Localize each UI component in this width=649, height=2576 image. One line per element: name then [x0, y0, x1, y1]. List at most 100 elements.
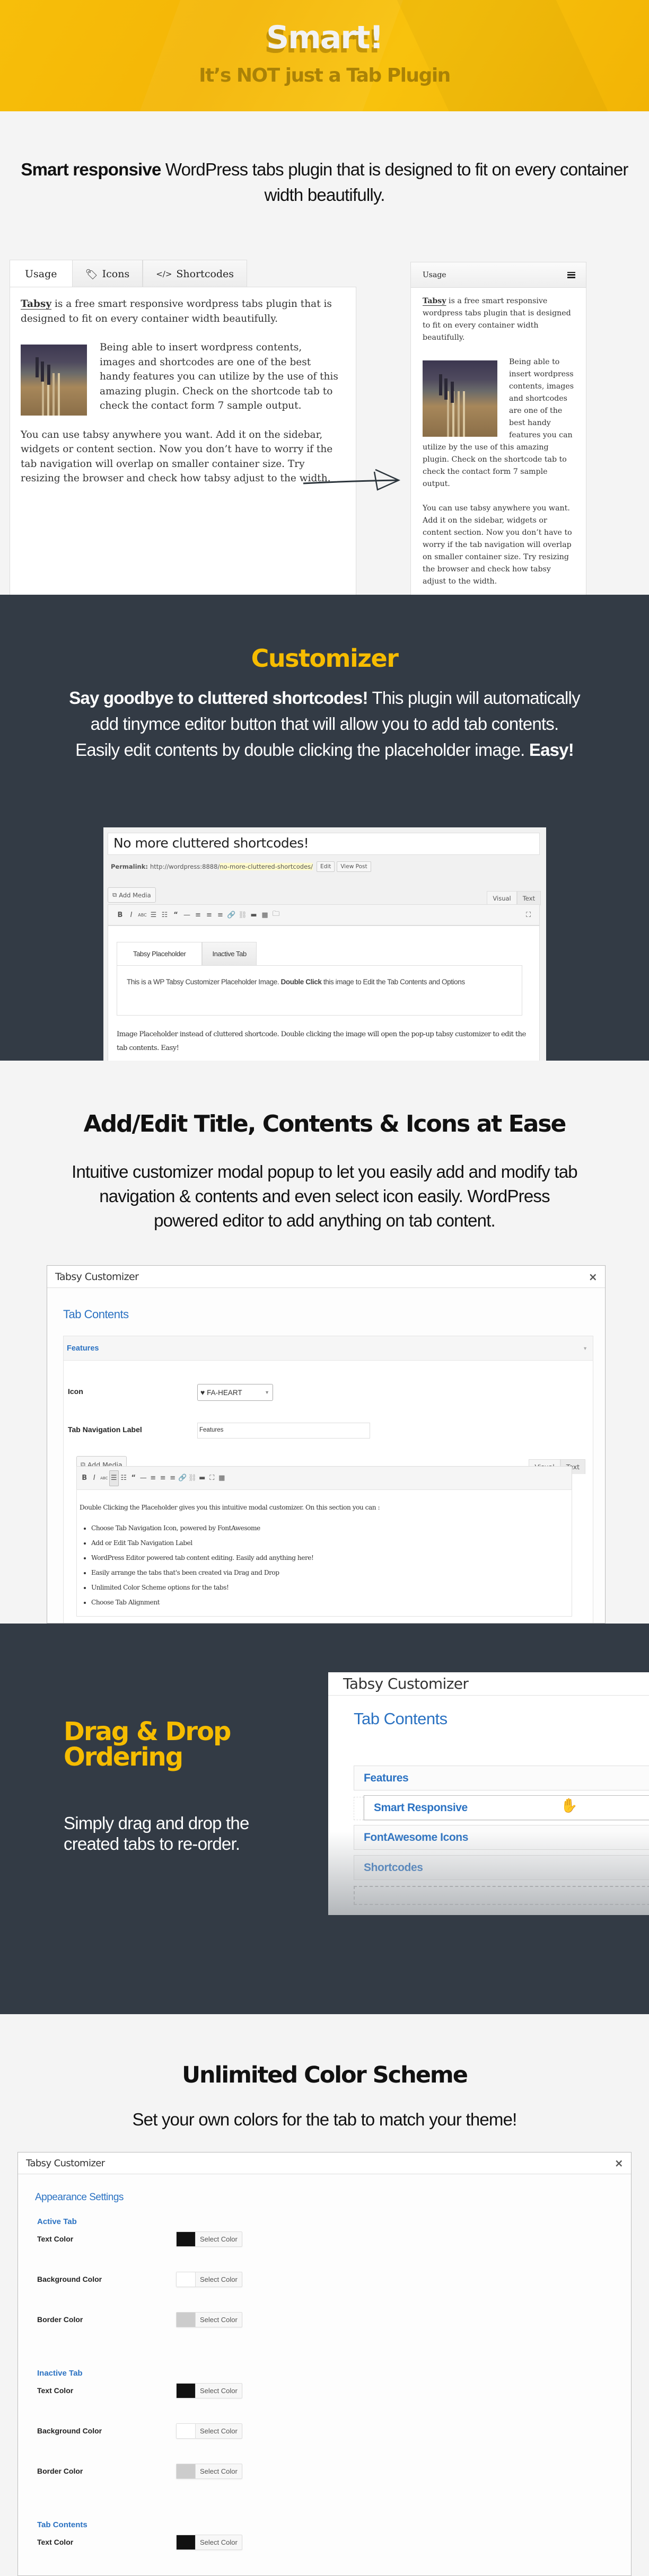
color-row: Background Color Select Color	[37, 2423, 313, 2439]
placeholder-image[interactable]: This is a WP Tabsy Customizer Placeholde…	[117, 965, 522, 1016]
color-swatch	[177, 2464, 195, 2478]
add-edit-title: Add/Edit Title, Contents & Icons at Ease	[83, 1110, 567, 1137]
placeholder-caption: Image Placeholder instead of cluttered s…	[117, 1030, 526, 1052]
editor-content[interactable]: Tabsy Placeholder Inactive Tab This is a…	[108, 925, 540, 1061]
intro-bold: Smart responsive	[21, 160, 161, 179]
color-picker[interactable]: Select Color	[176, 2464, 242, 2479]
section-title: Appearance Settings	[35, 2192, 124, 2203]
fullscreen-icon[interactable]: ⛶	[207, 1474, 217, 1482]
active-tab-label: Usage	[423, 270, 446, 279]
group-tab-contents: Tab Contents	[37, 2520, 87, 2529]
permalink-slug[interactable]: no-more-cluttered-shortcodes/	[220, 863, 313, 870]
tabsy-customizer-modal: Tabsy Customizer × Tab Contents Features…	[47, 1265, 606, 1624]
numbered-list-icon[interactable]: ☷	[159, 911, 170, 919]
read-more-icon[interactable]: ▬	[197, 1474, 207, 1482]
italic-icon[interactable]: I	[126, 911, 137, 919]
tabsy-insert-icon[interactable]: 🗀	[270, 909, 282, 921]
tab-icons[interactable]: 🏷 Icons	[72, 260, 143, 288]
hero-subtitle: It’s NOT just a Tab Plugin	[199, 65, 451, 86]
add-media-button[interactable]: ⧉ Add Media	[108, 887, 156, 903]
collapsed-tab-header[interactable]: Usage	[411, 262, 586, 288]
editor-content[interactable]: Double Clicking the Placeholder gives yo…	[76, 1489, 572, 1617]
list-item: Unlimited Color Scheme options for the t…	[91, 1580, 569, 1595]
edit-permalink-button[interactable]: Edit	[317, 861, 335, 872]
modal-title: Tabsy Customizer	[26, 2157, 105, 2169]
customizer-text: Say goodbye to cluttered shortcodes! Thi…	[69, 688, 580, 760]
color-picker[interactable]: Select Color	[176, 2231, 242, 2247]
bullet-list-icon[interactable]: ☰	[148, 911, 159, 919]
color-swatch	[177, 2384, 195, 2398]
link-icon[interactable]: 🔗	[178, 1474, 188, 1482]
blockquote-icon[interactable]: “	[170, 911, 181, 919]
paragraph-3: You can use tabsy anywhere you want. Add…	[423, 504, 572, 586]
tab-usage[interactable]: Usage	[10, 260, 72, 288]
placeholder-tab-active[interactable]: Tabsy Placeholder	[117, 942, 203, 965]
align-center-icon[interactable]: ≡	[204, 911, 215, 919]
horizontal-rule-icon[interactable]: —	[138, 1474, 148, 1482]
align-left-icon[interactable]: ≡	[148, 1474, 159, 1482]
color-row: Text Color Select Color	[37, 2231, 313, 2247]
align-right-icon[interactable]: ≡	[215, 911, 226, 919]
permalink: Permalink: http://wordpress:8888/no-more…	[111, 861, 371, 872]
tabsy-link[interactable]: Tabsy	[21, 298, 51, 310]
collapse-arrow-icon[interactable]: ▼	[583, 1346, 587, 1351]
strikethrough-icon[interactable]: ABC	[99, 1476, 109, 1480]
color-picker[interactable]: Select Color	[176, 2312, 242, 2327]
appearance-modal: Tabsy Customizer × Appearance Settings A…	[17, 2152, 632, 2576]
modal-header: Tabsy Customizer ×	[47, 1266, 605, 1288]
fullscreen-icon[interactable]: ⛶	[523, 911, 534, 919]
drag-drop-text: Simply drag and drop the created tabs to…	[64, 1813, 249, 1854]
color-swatch	[177, 2424, 195, 2438]
view-post-button[interactable]: View Post	[337, 861, 371, 872]
strikethrough-icon[interactable]: ABC	[137, 913, 148, 918]
align-right-icon[interactable]: ≡	[168, 1474, 178, 1482]
color-row: Border Color Select Color	[37, 2312, 313, 2327]
section-title: Tab Contents	[354, 1709, 448, 1728]
unlink-icon[interactable]: ⛓	[188, 1474, 198, 1482]
link-icon[interactable]: 🔗	[226, 911, 237, 919]
accordion-header[interactable]: Features ▼	[64, 1336, 593, 1361]
placeholder-tab-inactive[interactable]: Inactive Tab	[202, 942, 257, 965]
text-tab[interactable]: Text	[516, 891, 541, 905]
unlink-icon[interactable]: ⛓	[237, 911, 248, 919]
color-picker[interactable]: Select Color	[176, 2272, 242, 2287]
sortable-item-dragging[interactable]: Smart Responsive	[364, 1795, 649, 1820]
tab-shortcodes[interactable]: </> Shortcodes	[143, 260, 248, 288]
close-icon[interactable]: ×	[615, 2157, 624, 2169]
post-title-input[interactable]: No more cluttered shortcodes!	[108, 833, 540, 855]
color-row: Text Color Select Color	[37, 2383, 313, 2398]
color-picker[interactable]: Select Color	[176, 2383, 242, 2398]
tab-panel: Tabsy is a free smart responsive wordpre…	[10, 287, 356, 605]
color-swatch	[177, 2232, 195, 2246]
toolbar-toggle-icon[interactable]: ▦	[217, 1474, 227, 1482]
hamburger-icon[interactable]	[567, 271, 575, 278]
italic-icon[interactable]: I	[90, 1474, 100, 1482]
close-icon[interactable]: ×	[589, 1271, 598, 1283]
toolbar-toggle-icon[interactable]: ▦	[259, 911, 270, 919]
color-picker[interactable]: Select Color	[176, 2423, 242, 2439]
bold-icon[interactable]: B	[115, 911, 126, 919]
read-more-icon[interactable]: ▬	[248, 911, 259, 919]
tabsy-link[interactable]: Tabsy	[423, 297, 446, 305]
visual-tab[interactable]: Visual	[487, 891, 517, 905]
nav-label-input[interactable]: Features	[197, 1423, 370, 1439]
horizontal-rule-icon[interactable]: —	[181, 911, 192, 919]
section-title: Tab Contents	[63, 1308, 129, 1321]
color-swatch	[177, 2272, 195, 2287]
drop-placeholder-edge	[354, 1797, 364, 1820]
blockquote-icon[interactable]: “	[129, 1474, 139, 1482]
intro-rest: WordPress tabs plugin that is designed t…	[161, 160, 629, 205]
bullet-list-icon[interactable]: ☰	[109, 1470, 119, 1486]
numbered-list-icon[interactable]: ☷	[119, 1474, 129, 1482]
sortable-item[interactable]: Features	[354, 1766, 649, 1790]
list-item: WordPress Editor powered tab content edi…	[91, 1550, 569, 1565]
modal-header: Tabsy Customizer	[328, 1672, 649, 1696]
align-center-icon[interactable]: ≡	[158, 1474, 168, 1482]
bold-icon[interactable]: B	[80, 1474, 90, 1482]
align-left-icon[interactable]: ≡	[192, 911, 204, 919]
hero-title: Smart!	[266, 19, 384, 56]
add-edit-text: Intuitive customizer modal popup to let …	[72, 1162, 578, 1230]
placeholder-tabs: Tabsy Placeholder Inactive Tab	[117, 942, 257, 965]
color-picker[interactable]: Select Color	[176, 2535, 242, 2550]
icon-select[interactable]: ♥ FA-HEART ▼	[197, 1384, 273, 1401]
